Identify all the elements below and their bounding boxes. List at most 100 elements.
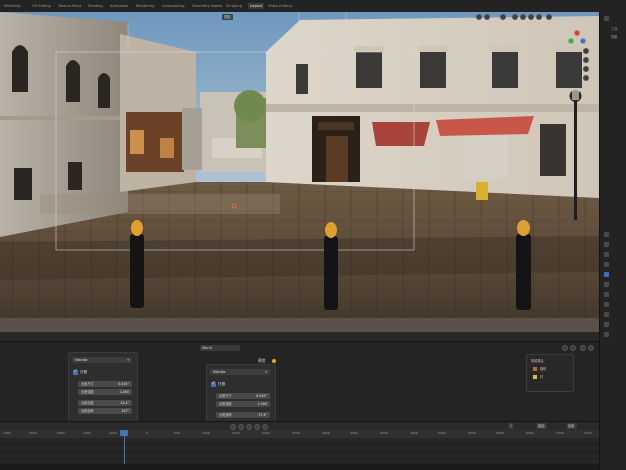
gizmo-x-axis-icon[interactable] [574, 30, 580, 36]
light-object-icon [533, 375, 537, 379]
field-label: 太阳强度 [219, 402, 232, 406]
display-mode-icon[interactable] [580, 345, 586, 351]
data-properties-icon[interactable] [604, 322, 609, 327]
shading-options-icon[interactable] [546, 13, 552, 20]
tab-layout[interactable]: Layout [248, 3, 265, 9]
tab-rendering[interactable]: Rendering [134, 3, 156, 9]
render-shading-icon[interactable] [536, 13, 542, 20]
field-value: 1.000 [119, 390, 129, 394]
ruler-tick: 1500 [232, 431, 240, 435]
ruler-tick: 7000 [556, 431, 564, 435]
ruler-tick: 0 [146, 431, 148, 435]
start-frame-label[interactable]: 起始 [536, 423, 547, 429]
world-settings-panel-left: Nishita ▾ 日照 太阳尺寸 0.545° 太阳强度 1.000 太阳高度 … [68, 352, 138, 426]
ruler-tick: 2000 [262, 431, 270, 435]
outliner-panel: 场景集合 相机 灯 [526, 354, 574, 392]
sun-disc-label: 日照 [218, 382, 226, 386]
sun-disc-checkbox[interactable] [73, 369, 78, 375]
chevron-down-icon: ▾ [127, 358, 129, 362]
outliner-item-light[interactable]: 灯 [540, 374, 543, 379]
track-row [0, 438, 599, 445]
field-value: 107° [121, 409, 129, 413]
solid-shading-icon[interactable] [520, 13, 526, 20]
sun-size-field[interactable]: 太阳尺寸 0.545° [78, 381, 132, 387]
field-label: 太阳尺寸 [219, 394, 232, 398]
gizmo-z-axis-icon[interactable] [580, 38, 586, 44]
physics-icon[interactable] [604, 302, 609, 307]
object-properties-icon[interactable] [604, 282, 609, 287]
status-bar [0, 464, 599, 470]
sun-intensity-field[interactable]: 太阳强度 1.000 [216, 401, 270, 407]
sun-elevation-field[interactable]: 太阳高度 14.4° [78, 400, 132, 406]
perspective-toggle-icon[interactable] [583, 75, 589, 81]
sky-type-value: Nishita [213, 370, 226, 374]
menu-icon[interactable] [604, 16, 609, 21]
view-layer-icon[interactable] [604, 252, 609, 257]
sun-rotation-field[interactable]: 太阳旋转 37.4° [216, 412, 270, 418]
field-label: 太阳尺寸 [81, 382, 94, 386]
tab-geometry-nodes[interactable]: Geometry Nodes [190, 3, 224, 9]
field-value: 0.545° [256, 394, 267, 398]
zoom-icon[interactable] [583, 48, 589, 54]
material-shading-icon[interactable] [528, 13, 534, 20]
tool-tab-label[interactable]: 工具 [611, 26, 617, 31]
preview-dot-icon [272, 359, 276, 363]
object-mode-icon[interactable] [476, 13, 482, 20]
output-properties-icon[interactable] [604, 242, 609, 247]
tab-shading[interactable]: Shading [86, 3, 105, 9]
scene-properties-icon[interactable] [604, 262, 609, 267]
tab-modeling[interactable]: Modeling [2, 3, 22, 9]
overlay-icon[interactable] [500, 13, 506, 20]
current-frame-field[interactable]: 1 [508, 423, 515, 429]
tab-uv-editing[interactable]: UV Editing [30, 3, 53, 9]
tab-animation[interactable]: Animation [108, 3, 130, 9]
view-tab-label[interactable]: 视图 [611, 34, 617, 39]
transform-icon[interactable] [484, 13, 490, 20]
play-icon[interactable] [246, 423, 252, 430]
keyframe-icon[interactable] [262, 423, 268, 430]
filter-icon[interactable] [562, 345, 568, 351]
new-collection-icon[interactable] [570, 345, 576, 351]
3d-viewport[interactable]: 视图 [0, 12, 599, 341]
jump-end-icon[interactable] [254, 423, 260, 430]
view-mode-dropdown[interactable]: 视图 [222, 13, 233, 20]
pan-hand-icon[interactable] [583, 57, 589, 63]
camera-object-icon [533, 367, 537, 371]
tab-compositing[interactable]: Compositing [160, 3, 187, 9]
timeline-tracks[interactable] [0, 438, 599, 464]
sun-rotation-field[interactable]: 太阳旋转 107° [78, 408, 132, 414]
sun-disc-checkbox[interactable] [211, 381, 216, 387]
options-icon[interactable] [588, 345, 594, 351]
field-label: 太阳旋转 [81, 409, 94, 413]
end-frame-label[interactable]: 结束 [566, 423, 577, 429]
field-value: 1.000 [257, 402, 267, 406]
ruler-tick: 4000 [380, 431, 388, 435]
track-row [0, 452, 599, 459]
sky-type-value: Nishita [75, 358, 88, 362]
field-label: 太阳旋转 [219, 413, 232, 417]
camera-view-icon[interactable] [583, 66, 589, 72]
material-properties-icon[interactable] [604, 332, 609, 337]
tab-texture-paint[interactable]: Texture Paint [56, 3, 83, 9]
sky-type-dropdown[interactable]: Nishita ▾ [210, 369, 270, 375]
gizmo-y-axis-icon[interactable] [568, 38, 574, 44]
jump-start-icon[interactable] [230, 423, 236, 430]
world-properties-icon[interactable] [604, 272, 609, 277]
modifier-icon[interactable] [604, 292, 609, 297]
outliner-item-camera[interactable]: 相机 [540, 366, 546, 371]
tab-scripting[interactable]: Scripting [224, 3, 244, 9]
xray-icon[interactable] [512, 13, 518, 20]
timeline-ruler[interactable]: -1000 -2500 -2000 -1500 -1000 0 500 1000… [0, 430, 599, 438]
bottom-editor-area: Nishita ▾ 日照 太阳尺寸 0.545° 太阳强度 1.000 太阳高度 … [0, 341, 599, 430]
sun-size-field[interactable]: 太阳尺寸 0.545° [216, 393, 270, 399]
ruler-tick: 6500 [526, 431, 534, 435]
ruler-tick: -2000 [56, 431, 65, 435]
tab-video-editing[interactable]: Video Editing [266, 3, 294, 9]
outliner-header [560, 345, 596, 352]
world-datablock-selector[interactable]: World [200, 345, 240, 351]
sky-type-dropdown[interactable]: Nishita ▾ [72, 357, 132, 363]
sun-intensity-field[interactable]: 太阳强度 1.000 [78, 389, 132, 395]
render-properties-icon[interactable] [604, 232, 609, 237]
play-reverse-icon[interactable] [238, 423, 244, 430]
constraints-icon[interactable] [604, 312, 609, 317]
